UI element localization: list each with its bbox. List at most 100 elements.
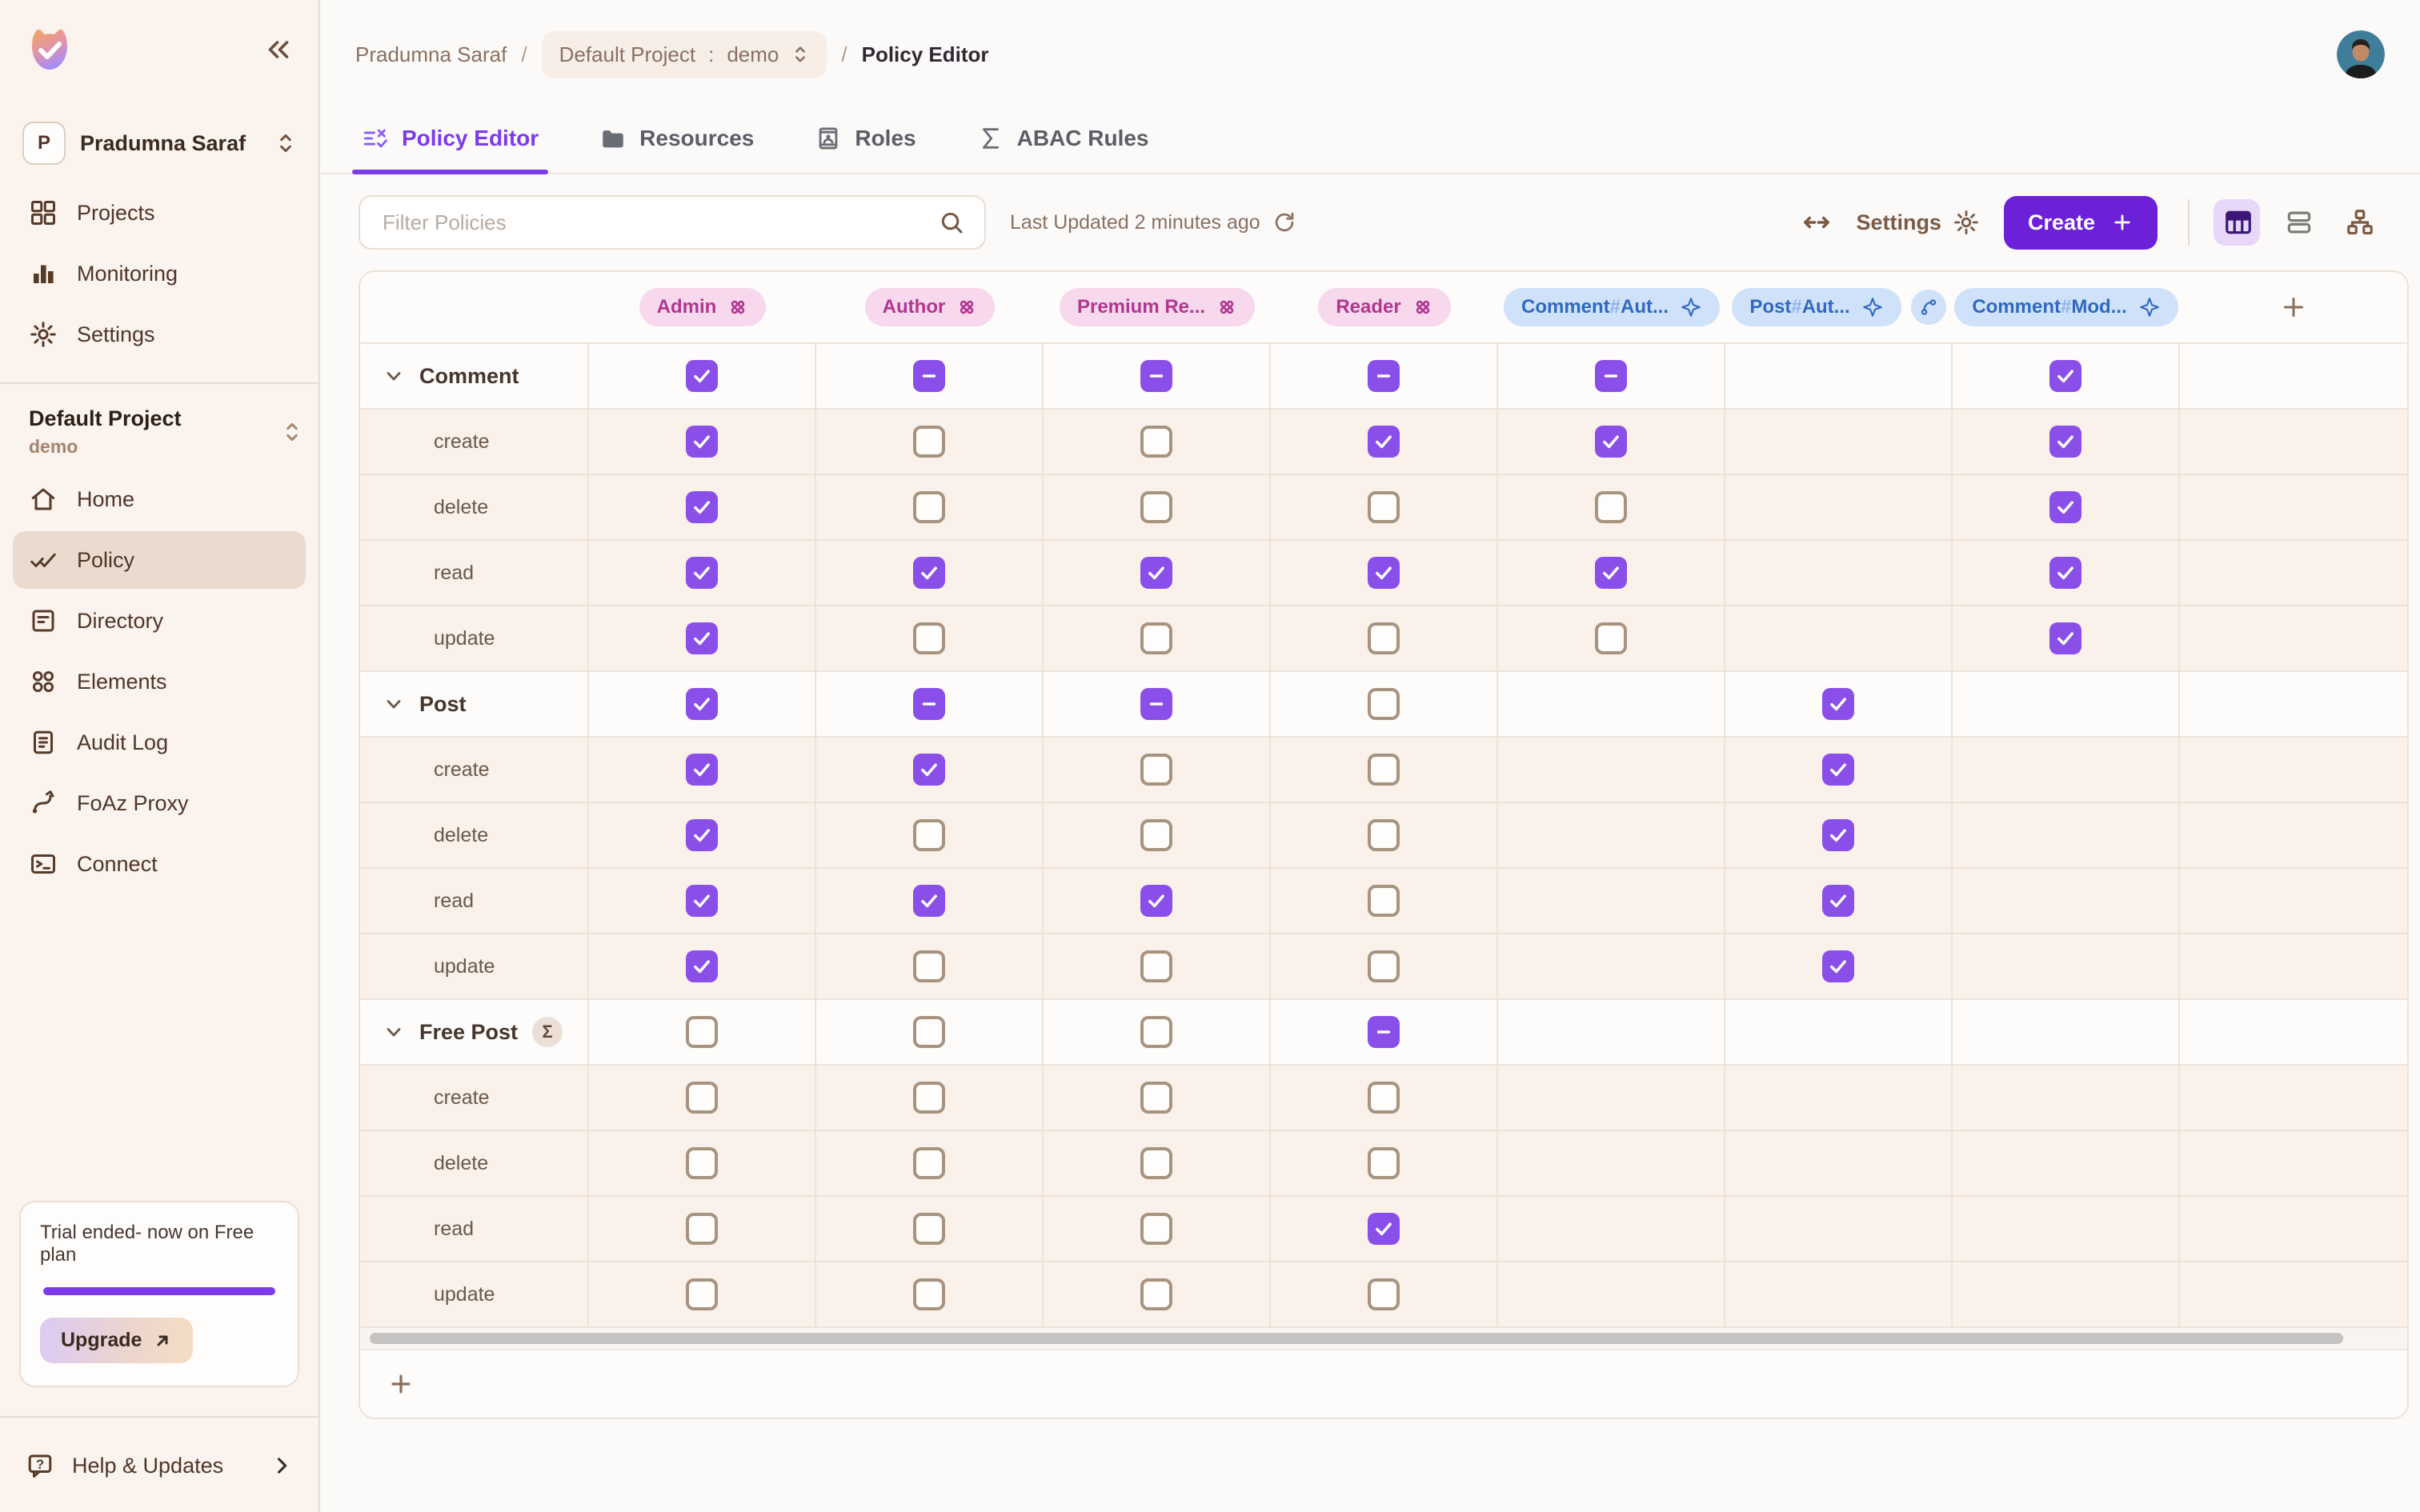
sidebar-collapse-icon[interactable] <box>264 35 293 64</box>
permission-checkbox-post-update-col0[interactable] <box>686 950 718 982</box>
permission-checkbox-free-post-delete-col2[interactable] <box>1140 1147 1172 1179</box>
permission-checkbox-post-col3[interactable] <box>1368 688 1400 720</box>
chevron-down-icon[interactable] <box>383 693 405 715</box>
permission-checkbox-free-post-create-col0[interactable] <box>686 1082 718 1114</box>
permission-checkbox-comment-read-col2[interactable] <box>1140 557 1172 589</box>
permission-checkbox-comment-col4[interactable] <box>1595 360 1627 392</box>
permission-checkbox-comment-create-col4[interactable] <box>1595 426 1627 458</box>
add-resource-icon[interactable] <box>387 1370 415 1398</box>
tab-abac-rules[interactable]: ABAC Rules <box>974 106 1152 173</box>
permission-checkbox-comment-delete-col6[interactable] <box>2049 491 2081 523</box>
permission-checkbox-post-create-col3[interactable] <box>1368 754 1400 786</box>
permission-checkbox-comment-read-col6[interactable] <box>2049 557 2081 589</box>
permission-checkbox-post-read-col1[interactable] <box>913 885 945 917</box>
permission-checkbox-post-read-col0[interactable] <box>686 885 718 917</box>
permission-checkbox-post-update-col1[interactable] <box>913 950 945 982</box>
breadcrumb-project-pill[interactable]: Default Project : demo <box>542 31 827 78</box>
derived-role-icon[interactable] <box>1911 290 1946 325</box>
permission-checkbox-free-post-create-col1[interactable] <box>913 1082 945 1114</box>
sidebar-item-settings[interactable]: Settings <box>13 306 306 363</box>
role-pill[interactable]: Reader <box>1318 288 1450 326</box>
permission-checkbox-post-delete-col3[interactable] <box>1368 819 1400 851</box>
add-role-column-icon[interactable] <box>2279 293 2308 322</box>
permission-checkbox-comment-read-col4[interactable] <box>1595 557 1627 589</box>
tab-resources[interactable]: Resources <box>596 106 757 173</box>
permission-checkbox-comment-read-col0[interactable] <box>686 557 718 589</box>
permission-checkbox-comment-delete-col3[interactable] <box>1368 491 1400 523</box>
permission-checkbox-post-delete-col1[interactable] <box>913 819 945 851</box>
permission-checkbox-post-col0[interactable] <box>686 688 718 720</box>
table-view-button[interactable] <box>2214 199 2260 246</box>
role-pill[interactable]: Author <box>865 288 996 326</box>
help-updates-button[interactable]: ? Help & Updates <box>0 1427 319 1512</box>
permission-checkbox-free-post-delete-col1[interactable] <box>913 1147 945 1179</box>
permission-checkbox-post-delete-col5[interactable] <box>1822 819 1854 851</box>
permission-checkbox-free-post-col0[interactable] <box>686 1016 718 1048</box>
sidebar-item-projects[interactable]: Projects <box>13 184 306 242</box>
sidebar-item-home[interactable]: Home <box>13 470 306 528</box>
tab-roles[interactable]: Roles <box>811 106 919 173</box>
upgrade-button[interactable]: Upgrade <box>40 1318 193 1363</box>
role-pill[interactable]: Premium Re... <box>1060 288 1255 326</box>
permission-checkbox-post-create-col5[interactable] <box>1822 754 1854 786</box>
create-button[interactable]: Create <box>2004 196 2158 250</box>
permission-checkbox-comment-col0[interactable] <box>686 360 718 392</box>
permission-checkbox-comment-delete-col1[interactable] <box>913 491 945 523</box>
permission-checkbox-free-post-update-col1[interactable] <box>913 1278 945 1310</box>
permission-checkbox-comment-create-col2[interactable] <box>1140 426 1172 458</box>
permission-checkbox-free-post-read-col3[interactable] <box>1368 1213 1400 1245</box>
permission-checkbox-comment-create-col6[interactable] <box>2049 426 2081 458</box>
permission-checkbox-comment-read-col1[interactable] <box>913 557 945 589</box>
user-avatar[interactable] <box>2337 30 2385 78</box>
chevron-down-icon[interactable] <box>383 365 405 387</box>
permission-checkbox-free-post-update-col3[interactable] <box>1368 1278 1400 1310</box>
permission-checkbox-comment-update-col3[interactable] <box>1368 622 1400 654</box>
project-selector[interactable]: Default Project demo <box>0 394 319 464</box>
permission-checkbox-post-delete-col0[interactable] <box>686 819 718 851</box>
permission-checkbox-free-post-read-col0[interactable] <box>686 1213 718 1245</box>
permission-checkbox-free-post-col2[interactable] <box>1140 1016 1172 1048</box>
permission-checkbox-comment-create-col0[interactable] <box>686 426 718 458</box>
permission-checkbox-post-col1[interactable] <box>913 688 945 720</box>
sidebar-item-policy[interactable]: Policy <box>13 531 306 589</box>
refresh-icon[interactable] <box>1273 211 1296 234</box>
permission-checkbox-free-post-read-col2[interactable] <box>1140 1213 1172 1245</box>
permission-checkbox-comment-read-col3[interactable] <box>1368 557 1400 589</box>
permission-checkbox-comment-col1[interactable] <box>913 360 945 392</box>
permission-checkbox-comment-update-col1[interactable] <box>913 622 945 654</box>
permission-checkbox-comment-delete-col0[interactable] <box>686 491 718 523</box>
tab-policy-editor[interactable]: Policy Editor <box>359 106 542 173</box>
permission-checkbox-free-post-delete-col0[interactable] <box>686 1147 718 1179</box>
horizontal-scrollbar[interactable] <box>370 1333 2343 1344</box>
permission-checkbox-comment-delete-col4[interactable] <box>1595 491 1627 523</box>
sidebar-item-directory[interactable]: Directory <box>13 592 306 650</box>
permission-checkbox-post-create-col0[interactable] <box>686 754 718 786</box>
permission-checkbox-comment-col2[interactable] <box>1140 360 1172 392</box>
resource-role-pill[interactable]: Comment#Mod... <box>1954 288 2178 326</box>
resource-role-pill[interactable]: Comment#Aut... <box>1504 288 1720 326</box>
expand-columns-icon[interactable] <box>1801 207 1832 238</box>
permission-checkbox-free-post-delete-col3[interactable] <box>1368 1147 1400 1179</box>
permission-checkbox-post-read-col5[interactable] <box>1822 885 1854 917</box>
sidebar-item-audit-log[interactable]: Audit Log <box>13 714 306 771</box>
permission-checkbox-post-read-col3[interactable] <box>1368 885 1400 917</box>
permission-checkbox-comment-update-col0[interactable] <box>686 622 718 654</box>
list-view-button[interactable] <box>2274 199 2321 246</box>
role-pill[interactable]: Admin <box>639 288 767 326</box>
permission-checkbox-free-post-create-col2[interactable] <box>1140 1082 1172 1114</box>
permission-checkbox-free-post-update-col2[interactable] <box>1140 1278 1172 1310</box>
permission-checkbox-post-update-col3[interactable] <box>1368 950 1400 982</box>
abac-sigma-badge[interactable]: Σ <box>532 1017 563 1047</box>
permission-checkbox-free-post-update-col0[interactable] <box>686 1278 718 1310</box>
sidebar-item-foaz-proxy[interactable]: FoAz Proxy <box>13 774 306 832</box>
permission-checkbox-comment-create-col1[interactable] <box>913 426 945 458</box>
permission-checkbox-post-update-col2[interactable] <box>1140 950 1172 982</box>
permission-checkbox-free-post-col1[interactable] <box>913 1016 945 1048</box>
policy-settings-button[interactable]: Settings <box>1856 209 1980 236</box>
permission-checkbox-post-read-col2[interactable] <box>1140 885 1172 917</box>
permission-checkbox-post-col5[interactable] <box>1822 688 1854 720</box>
permission-checkbox-comment-delete-col2[interactable] <box>1140 491 1172 523</box>
permission-checkbox-comment-col6[interactable] <box>2049 360 2081 392</box>
sidebar-item-connect[interactable]: Connect <box>13 835 306 893</box>
permission-checkbox-post-delete-col2[interactable] <box>1140 819 1172 851</box>
